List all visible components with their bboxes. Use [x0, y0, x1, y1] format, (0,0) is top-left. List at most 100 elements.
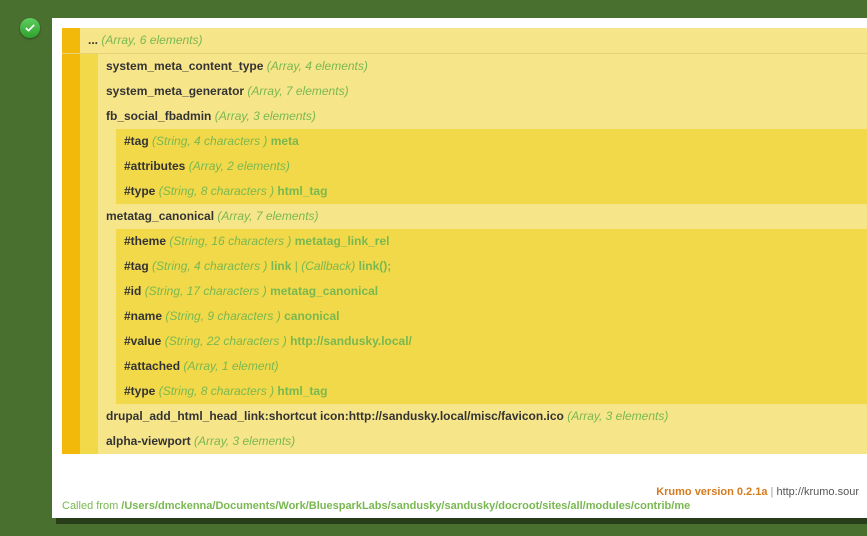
tree-row[interactable]: #theme (String, 16 characters ) metatag_…	[62, 228, 867, 253]
row-content: ... (Array, 6 elements)	[80, 28, 867, 53]
row-meta: (Array, 6 elements)	[101, 33, 202, 47]
row-value: metatag_link_rel	[295, 234, 390, 248]
tree-row[interactable]: drupal_add_html_head_link:shortcut icon:…	[62, 403, 867, 428]
row-key: #attached	[124, 359, 180, 373]
row-meta: (Array, 3 elements)	[194, 434, 295, 448]
tree-row[interactable]: #tag (String, 4 characters ) meta	[62, 128, 867, 153]
tree-row[interactable]: #attributes (Array, 2 elements)	[62, 153, 867, 178]
row-content: #attached (Array, 1 element)	[116, 354, 867, 379]
row-key: #id	[124, 284, 141, 298]
row-content: #type (String, 8 characters ) html_tag	[116, 179, 867, 204]
row-key: drupal_add_html_head_link:shortcut icon:…	[106, 409, 564, 423]
row-key: ...	[88, 33, 98, 47]
row-content: #value (String, 22 characters ) http://s…	[116, 329, 867, 354]
indent-bar	[62, 79, 98, 104]
called-from-label: Called from	[62, 500, 121, 512]
indent-bar	[62, 354, 116, 379]
tree-row[interactable]: fb_social_fbadmin (Array, 3 elements)	[62, 103, 867, 128]
row-meta: (Array, 4 elements)	[267, 59, 368, 73]
krumo-panel: ... (Array, 6 elements)system_meta_conte…	[52, 18, 867, 518]
row-meta: (Array, 3 elements)	[215, 109, 316, 123]
tree-row[interactable]: system_meta_content_type (Array, 4 eleme…	[62, 53, 867, 78]
tree-row[interactable]: #name (String, 9 characters ) canonical	[62, 303, 867, 328]
row-content: #name (String, 9 characters ) canonical	[116, 304, 867, 329]
indent-bar	[62, 279, 116, 304]
indent-bar	[62, 429, 98, 454]
indent-bar	[62, 254, 116, 279]
row-meta: (Array, 1 element)	[183, 359, 278, 373]
row-key: metatag_canonical	[106, 209, 214, 223]
row-key: #type	[124, 184, 155, 198]
row-value: html_tag	[277, 184, 327, 198]
row-meta: (String, 9 characters )	[165, 309, 280, 323]
row-meta: (String, 8 characters )	[159, 384, 274, 398]
indent-bar	[62, 379, 116, 404]
indent-bar	[62, 304, 116, 329]
row-content: #id (String, 17 characters ) metatag_can…	[116, 279, 867, 304]
indent-bar	[62, 154, 116, 179]
row-meta: (String, 4 characters )	[152, 259, 267, 273]
row-content: #tag (String, 4 characters ) meta	[116, 129, 867, 154]
row-content: #theme (String, 16 characters ) metatag_…	[116, 229, 867, 254]
row-value: canonical	[284, 309, 339, 323]
indent-bar	[62, 329, 116, 354]
tree-row[interactable]: metatag_canonical (Array, 7 elements)	[62, 203, 867, 228]
row-key: #name	[124, 309, 162, 323]
row-meta: (Array, 7 elements)	[217, 209, 318, 223]
indent-bar	[62, 54, 98, 79]
krumo-url[interactable]: http://krumo.sour	[776, 486, 859, 498]
row-content: metatag_canonical (Array, 7 elements)	[98, 204, 867, 229]
row-content: system_meta_content_type (Array, 4 eleme…	[98, 54, 867, 79]
row-meta: (String, 8 characters )	[159, 184, 274, 198]
tree-row[interactable]: #id (String, 17 characters ) metatag_can…	[62, 278, 867, 303]
indent-bar	[62, 404, 98, 429]
tree-row[interactable]: alpha-viewport (Array, 3 elements)	[62, 428, 867, 453]
dump-tree: ... (Array, 6 elements)system_meta_conte…	[62, 28, 867, 478]
row-content: alpha-viewport (Array, 3 elements)	[98, 429, 867, 454]
tree-row[interactable]: ... (Array, 6 elements)	[62, 28, 867, 53]
row-meta: (Array, 3 elements)	[567, 409, 668, 423]
row-content: fb_social_fbadmin (Array, 3 elements)	[98, 104, 867, 129]
row-meta: (Array, 2 elements)	[189, 159, 290, 173]
called-from: Called from /Users/dmckenna/Documents/Wo…	[62, 500, 859, 512]
tree-row[interactable]: #type (String, 8 characters ) html_tag	[62, 178, 867, 203]
indent-bar	[62, 179, 116, 204]
row-callback-label: (Callback)	[301, 259, 355, 273]
row-meta: (String, 22 characters )	[165, 334, 287, 348]
row-key: fb_social_fbadmin	[106, 109, 211, 123]
tree-row[interactable]: #type (String, 8 characters ) html_tag	[62, 378, 867, 403]
tree-row[interactable]: #value (String, 22 characters ) http://s…	[62, 328, 867, 353]
row-key: #attributes	[124, 159, 185, 173]
row-value: html_tag	[277, 384, 327, 398]
tree-row[interactable]: system_meta_generator (Array, 7 elements…	[62, 78, 867, 103]
row-value: link	[271, 259, 292, 273]
row-key: #tag	[124, 259, 149, 273]
row-content: drupal_add_html_head_link:shortcut icon:…	[98, 404, 867, 429]
tree-row[interactable]: #tag (String, 4 characters ) link | (Cal…	[62, 253, 867, 278]
row-content: #tag (String, 4 characters ) link | (Cal…	[116, 254, 867, 279]
row-key: alpha-viewport	[106, 434, 191, 448]
row-content: #attributes (Array, 2 elements)	[116, 154, 867, 179]
indent-bar	[62, 104, 98, 129]
krumo-footer: Krumo version 0.2.1a | http://krumo.sour…	[52, 480, 867, 518]
row-meta: (String, 4 characters )	[152, 134, 267, 148]
row-key: #value	[124, 334, 161, 348]
row-content: system_meta_generator (Array, 7 elements…	[98, 79, 867, 104]
status-ok-icon	[20, 18, 40, 38]
row-key: #tag	[124, 134, 149, 148]
called-from-path: /Users/dmckenna/Documents/Work/Bluespark…	[121, 500, 690, 512]
indent-bar	[62, 28, 80, 53]
row-key: #type	[124, 384, 155, 398]
row-value: meta	[271, 134, 299, 148]
row-content: #type (String, 8 characters ) html_tag	[116, 379, 867, 404]
indent-bar	[62, 229, 116, 254]
row-key: #theme	[124, 234, 166, 248]
row-key: system_meta_content_type	[106, 59, 263, 73]
row-callback-value: link();	[355, 259, 391, 273]
indent-bar	[62, 204, 98, 229]
tree-row[interactable]: #attached (Array, 1 element)	[62, 353, 867, 378]
row-meta: (String, 17 characters )	[145, 284, 267, 298]
row-value: http://sandusky.local/	[290, 334, 412, 348]
krumo-version: Krumo version 0.2.1a	[656, 486, 767, 498]
row-value: metatag_canonical	[270, 284, 378, 298]
